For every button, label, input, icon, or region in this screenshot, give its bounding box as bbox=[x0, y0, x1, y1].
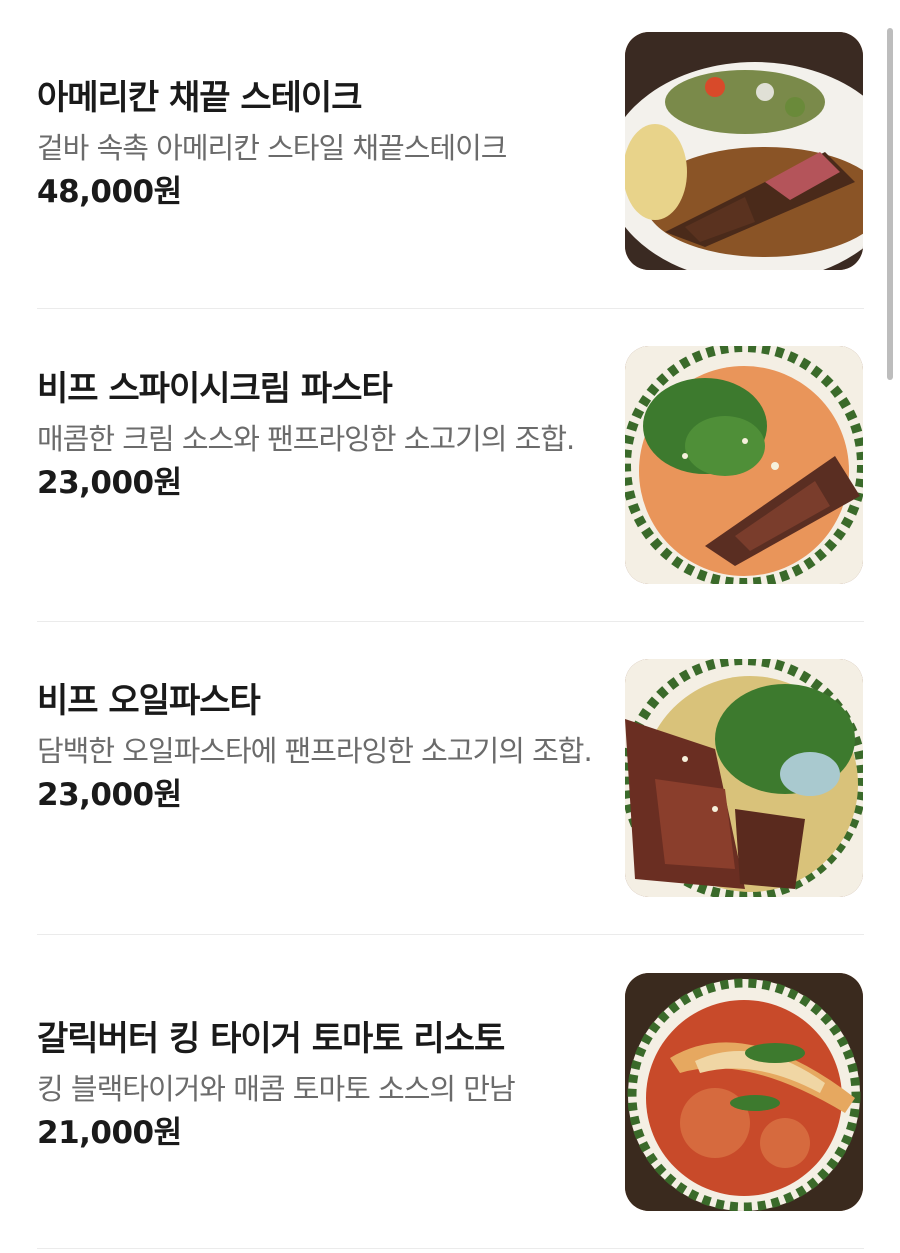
spicy-cream-pasta-image[interactable] bbox=[625, 346, 863, 584]
menu-item-text: 비프 스파이시크림 파스타 매콤한 크림 소스와 팬프라잉한 소고기의 조합. … bbox=[37, 367, 597, 503]
menu-item-name: 갈릭버터 킹 타이거 토마토 리소토 bbox=[37, 1019, 505, 1059]
menu-item-name: 비프 오일파스타 bbox=[37, 681, 261, 721]
menu-item-description: 겉바 속촉 아메리칸 스타일 채끝스테이크 bbox=[37, 131, 507, 165]
menu-item-name: 아메리칸 채끝 스테이크 bbox=[37, 78, 362, 118]
menu-item-description: 킹 블랙타이거와 매콤 토마토 소스의 만남 bbox=[37, 1072, 516, 1106]
tomato-risotto-image[interactable] bbox=[625, 973, 863, 1211]
menu-item-text: 갈릭버터 킹 타이거 토마토 리소토 킹 블랙타이거와 매콤 토마토 소스의 만… bbox=[37, 1017, 597, 1153]
menu-item-description: 매콤한 크림 소스와 팬프라잉한 소고기의 조합. bbox=[37, 422, 575, 456]
scrollbar[interactable] bbox=[887, 28, 893, 380]
menu-item[interactable]: 갈릭버터 킹 타이거 토마토 리소토 킹 블랙타이거와 매콤 토마토 소스의 만… bbox=[37, 935, 864, 1249]
menu-item-text: 비프 오일파스타 담백한 오일파스타에 팬프라잉한 소고기의 조합. 23,00… bbox=[37, 679, 597, 815]
menu-item-price: 48,000원 bbox=[37, 174, 182, 210]
menu-item[interactable]: 비프 스파이시크림 파스타 매콤한 크림 소스와 팬프라잉한 소고기의 조합. … bbox=[37, 309, 864, 622]
oil-pasta-image[interactable] bbox=[625, 659, 863, 897]
menu-item-price: 21,000원 bbox=[37, 1115, 182, 1151]
menu-item-price: 23,000원 bbox=[37, 465, 182, 501]
steak-plate-image[interactable] bbox=[625, 32, 863, 270]
menu-item-name: 비프 스파이시크림 파스타 bbox=[37, 369, 393, 409]
menu-item-text: 아메리칸 채끝 스테이크 겉바 속촉 아메리칸 스타일 채끝스테이크 48,00… bbox=[37, 76, 597, 212]
menu-item[interactable]: 아메리칸 채끝 스테이크 겉바 속촉 아메리칸 스타일 채끝스테이크 48,00… bbox=[37, 0, 864, 309]
menu-item[interactable]: 비프 오일파스타 담백한 오일파스타에 팬프라잉한 소고기의 조합. 23,00… bbox=[37, 622, 864, 935]
menu-item-price: 23,000원 bbox=[37, 777, 182, 813]
menu-item-description: 담백한 오일파스타에 팬프라잉한 소고기의 조합. bbox=[37, 734, 593, 768]
